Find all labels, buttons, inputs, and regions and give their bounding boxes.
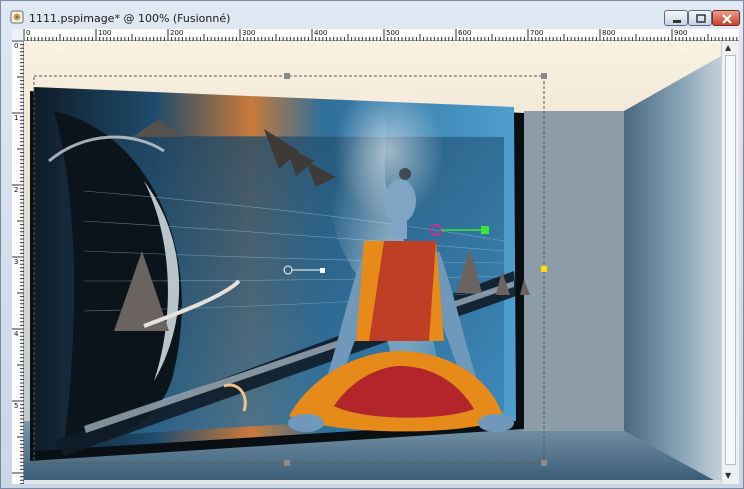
ruler-label: 0: [14, 42, 19, 50]
image-canvas[interactable]: [24, 41, 721, 484]
scroll-up-icon[interactable]: ▲: [725, 43, 731, 52]
scroll-down-icon[interactable]: ▼: [725, 471, 731, 480]
resize-handle-bottom-right[interactable]: [541, 460, 547, 466]
minimize-button[interactable]: [664, 10, 688, 26]
minimize-icon: [673, 20, 681, 23]
resize-handle-bottom[interactable]: [284, 460, 290, 466]
ruler-label: 300: [242, 29, 256, 37]
close-icon: [722, 14, 732, 24]
maximize-icon: [696, 14, 706, 23]
scroll-thumb[interactable]: [725, 55, 736, 465]
vertical-scrollbar[interactable]: ▲ ▼: [721, 41, 739, 484]
ruler-label: 600: [458, 29, 472, 37]
title-bar[interactable]: 1111.pspimage* @ 100% (Fusionné): [1, 1, 743, 29]
ruler-label: 900: [674, 29, 688, 37]
ruler-label: 100: [98, 29, 112, 37]
document-content: 0 100 200 300 400 500 600 700 800 900 0 …: [12, 29, 739, 484]
ruler-label: 400: [314, 29, 328, 37]
horizontal-scrollbar[interactable]: [24, 480, 721, 484]
ruler-label: 4: [14, 330, 19, 338]
window-title: 1111.pspimage* @ 100% (Fusionné): [29, 12, 231, 25]
ruler-label: 2: [14, 186, 19, 194]
document-window: 1111.pspimage* @ 100% (Fusionné) 0 100 2…: [0, 0, 744, 489]
artwork: [24, 41, 721, 484]
horizontal-ruler[interactable]: 0 100 200 300 400 500 600 700 800 900: [24, 29, 739, 41]
resize-handle-top[interactable]: [284, 73, 290, 79]
resize-handle-top-right[interactable]: [541, 73, 547, 79]
ruler-label: 200: [170, 29, 184, 37]
rotation-handle[interactable]: [481, 226, 489, 234]
ruler-corner[interactable]: [12, 29, 24, 41]
vertical-ruler[interactable]: 0 1 2 3 4 5: [12, 41, 24, 484]
psp-document-icon: [10, 10, 24, 24]
ruler-label: 1: [14, 114, 19, 122]
maximize-button[interactable]: [688, 10, 712, 26]
ruler-label: 700: [530, 29, 544, 37]
resize-handle-right[interactable]: [541, 266, 547, 272]
horizontal-ruler-ticks: [24, 29, 738, 41]
ruler-label: 5: [14, 402, 19, 410]
ruler-label: 800: [602, 29, 616, 37]
ruler-label: 3: [14, 258, 19, 266]
ruler-label: 0: [26, 29, 31, 37]
close-button[interactable]: [712, 10, 740, 26]
ruler-label: 500: [386, 29, 400, 37]
